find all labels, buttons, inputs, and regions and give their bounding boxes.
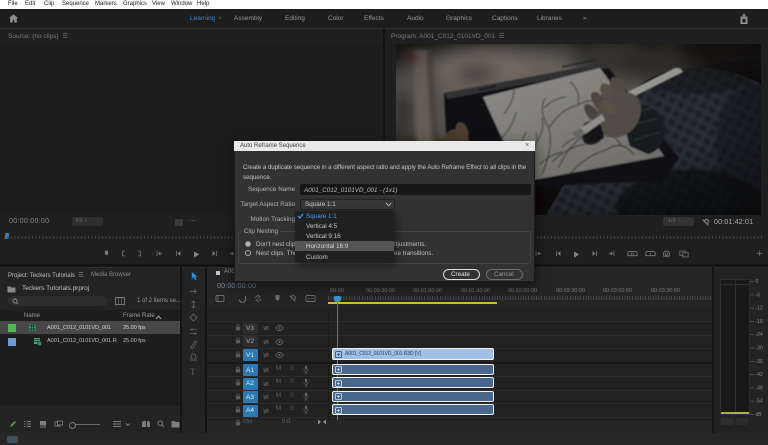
svg-text:-12: -12 bbox=[756, 306, 763, 312]
svg-text:-30: -30 bbox=[756, 346, 763, 352]
svg-text:-36: -36 bbox=[756, 359, 763, 365]
svg-text:-18: -18 bbox=[756, 319, 763, 325]
svg-text:0: 0 bbox=[756, 279, 759, 285]
svg-text:dB: dB bbox=[756, 412, 763, 418]
svg-text:-48: -48 bbox=[756, 385, 763, 391]
svg-text:-6: -6 bbox=[756, 292, 761, 298]
svg-text:-42: -42 bbox=[756, 372, 763, 378]
svg-text:-54: -54 bbox=[756, 399, 763, 405]
svg-text:-24: -24 bbox=[756, 332, 763, 338]
